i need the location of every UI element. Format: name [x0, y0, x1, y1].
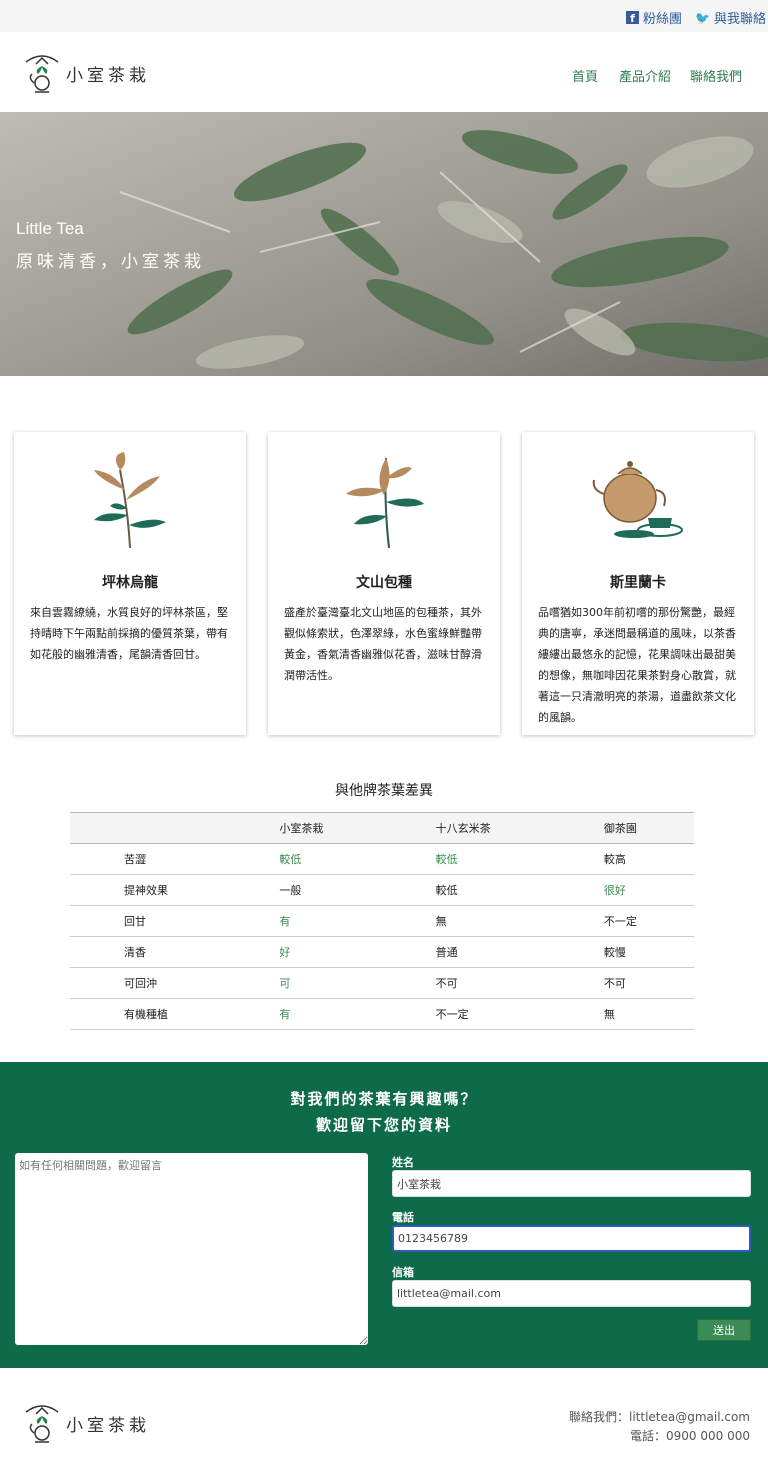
table-row: 苦澀 較低 較低 較高	[70, 843, 694, 875]
facebook-icon: f	[626, 11, 639, 24]
submit-button[interactable]: 送出	[697, 1319, 751, 1341]
column-header: 十八玄米茶	[434, 812, 603, 844]
footer-email: 聯絡我們：littletea@gmail.com	[568, 1410, 750, 1424]
comparison-title: 與他牌茶葉差異	[335, 783, 433, 799]
footer: 小室茶栽 聯絡我們：littletea@gmail.com 電話：0900 00…	[0, 1368, 768, 1481]
message-textarea[interactable]	[15, 1153, 368, 1345]
table-cell: 較低	[278, 843, 435, 875]
product-card: 文山包種 盛產於臺灣臺北文山地區的包種茶，其外觀似條索狀，色澤翠綠，水色蜜綠鮮豔…	[268, 432, 500, 735]
top-bar: f 粉絲團 🐦 與我聯絡	[0, 0, 768, 32]
tea-leaves-photo	[119, 130, 768, 369]
nav-item-products[interactable]: 產品介紹	[619, 66, 671, 85]
product-description: 品嚐猶如300年前初嚐的那份驚艷，最經典的唐寧，承迷問最稱道的風味，以茶香縷縷出…	[538, 606, 736, 724]
oolong-leaf-illustration	[94, 452, 166, 549]
table-cell: 很好	[602, 874, 694, 906]
footer-phone: 電話：0900 000 000	[630, 1429, 750, 1443]
table-row: 回甘 有 無 不一定	[70, 905, 694, 937]
contact-section: 對我們的茶葉有興趣嗎？ 歡迎留下您的資料 姓名 電話 信箱 送出	[0, 1062, 768, 1368]
table-cell: 有	[278, 998, 435, 1030]
twitter-link-label: 與我聯絡	[713, 12, 766, 27]
teapot-cup-illustration	[592, 461, 683, 538]
teapot-logo-icon	[25, 1405, 59, 1443]
product-title: 坪林烏龍	[102, 575, 158, 591]
brand-name: 小室茶栽	[66, 65, 150, 86]
table-cell: 回甘	[70, 905, 279, 937]
table-cell: 可回沖	[70, 967, 279, 999]
table-cell: 不可	[434, 967, 603, 999]
product-title: 斯里蘭卡	[610, 575, 666, 591]
column-header: 御茶園	[602, 812, 694, 844]
twitter-icon: 🐦	[695, 10, 710, 25]
table-cell: 可	[278, 967, 435, 999]
table-row: 提神效果 一般 較低 很好	[70, 874, 694, 906]
brand-logo[interactable]: 小室茶栽	[24, 52, 150, 94]
pouchong-leaf-illustration	[346, 457, 424, 549]
contact-heading: 對我們的茶葉有興趣嗎？	[290, 1090, 478, 1108]
table-cell: 不一定	[434, 998, 603, 1030]
hero-title: Little Tea	[16, 219, 84, 238]
teapot-logo-icon	[25, 55, 59, 93]
product-description: 來自雲霧繚繞，水質良好的坪林茶區，堅持晴時下午兩點前採摘的優質茶葉，帶有如花般的…	[30, 606, 228, 661]
table-cell: 有機種植	[70, 998, 279, 1030]
table-cell: 有	[278, 905, 435, 937]
footer-brand-name: 小室茶栽	[66, 1415, 150, 1436]
table-cell: 不可	[602, 967, 694, 999]
name-field[interactable]	[392, 1170, 751, 1197]
product-card: 斯里蘭卡 品嚐猶如300年前初嚐的那份驚艷，最經典的唐寧，承迷問最稱道的風味，以…	[522, 432, 754, 735]
email-field[interactable]	[392, 1280, 751, 1307]
phone-label: 電話	[392, 1211, 414, 1224]
table-cell: 普通	[434, 936, 603, 968]
table-cell: 較低	[434, 843, 603, 875]
table-header-row: 小室茶栽 十八玄米茶 御茶園	[70, 812, 694, 844]
table-row: 可回沖 可 不可 不可	[70, 967, 694, 999]
table-cell: 一般	[278, 874, 435, 906]
column-header: 小室茶栽	[278, 812, 435, 844]
table-cell: 無	[434, 905, 603, 937]
table-cell: 較慢	[602, 936, 694, 968]
comparison-table: 小室茶栽 十八玄米茶 御茶園 苦澀 較低 較低 較高 提神效果 一般 較低 很好…	[70, 812, 694, 1030]
hero-banner: Little Tea 原味清香，小室茶栽	[0, 112, 768, 376]
contact-subheading: 歡迎留下您的資料	[315, 1116, 452, 1134]
table-row: 清香 好 普通 較慢	[70, 936, 694, 968]
table-row: 有機種植 有 不一定 無	[70, 998, 694, 1030]
table-cell: 好	[278, 936, 435, 968]
nav-item-contact[interactable]: 聯絡我們	[690, 66, 742, 85]
table-cell: 苦澀	[70, 843, 279, 875]
facebook-link-label: 粉絲團	[643, 12, 683, 27]
table-cell: 無	[602, 998, 694, 1030]
table-cell: 提神效果	[70, 874, 279, 906]
product-card: 坪林烏龍 來自雲霧繚繞，水質良好的坪林茶區，堅持晴時下午兩點前採摘的優質茶葉，帶…	[14, 432, 246, 735]
table-cell: 清香	[70, 936, 279, 968]
product-description: 盛產於臺灣臺北文山地區的包種茶，其外觀似條索狀，色澤翠綠，水色蜜綠鮮豔帶黃金，香…	[284, 606, 482, 682]
facebook-link[interactable]: f 粉絲團	[626, 8, 682, 27]
email-label: 信箱	[392, 1266, 414, 1279]
phone-field[interactable]	[392, 1225, 751, 1252]
header: 小室茶栽 首頁 產品介紹 聯絡我們	[0, 32, 768, 112]
twitter-link[interactable]: 🐦 與我聯絡	[695, 8, 766, 28]
product-title: 文山包種	[356, 575, 412, 591]
table-cell: 較高	[602, 843, 694, 875]
footer-brand-logo[interactable]: 小室茶栽	[24, 1402, 150, 1444]
column-header	[70, 812, 279, 844]
hero-subtitle: 原味清香，小室茶栽	[16, 252, 205, 272]
name-label: 姓名	[392, 1156, 414, 1169]
nav-item-home[interactable]: 首頁	[572, 66, 598, 85]
table-cell: 不一定	[602, 905, 694, 937]
table-cell: 較低	[434, 874, 603, 906]
